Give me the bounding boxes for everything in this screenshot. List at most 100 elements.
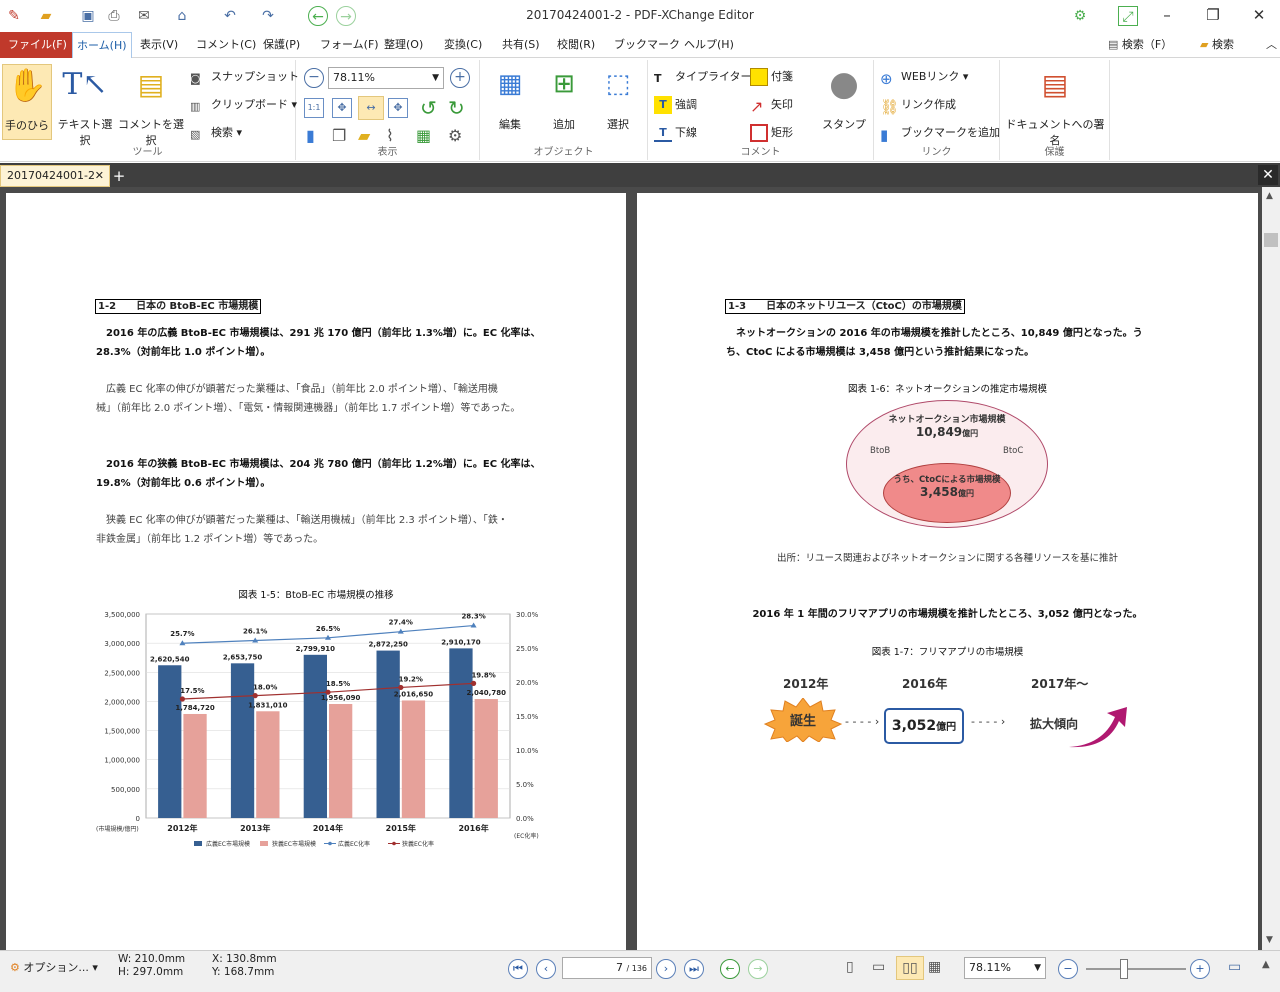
minimize-button[interactable]: – <box>1152 4 1182 26</box>
weblink-label: WEBリンク <box>901 70 960 83</box>
maximize-button[interactable]: ❐ <box>1198 4 1228 26</box>
prev-page-icon[interactable]: ‹ <box>536 959 556 979</box>
menu-organize[interactable]: 整理(O) <box>380 36 427 54</box>
menu-convert[interactable]: 変換(C) <box>440 36 486 54</box>
scroll-down-icon[interactable]: ▼ <box>1266 935 1273 945</box>
continuous-icon[interactable]: ▭ <box>872 959 885 975</box>
menu-review[interactable]: 校閲(R) <box>553 36 599 54</box>
zoom-in-icon[interactable]: + <box>450 68 470 88</box>
close-document-icon[interactable]: ✕ <box>1258 165 1278 185</box>
search-button[interactable]: ▰ 検索 <box>1196 36 1238 54</box>
menu-file[interactable]: ファイル(F) <box>0 32 75 58</box>
scroll-thumb[interactable] <box>1264 233 1278 247</box>
facing-continuous-icon[interactable]: ▦ <box>928 959 941 975</box>
add-bookmark-button[interactable]: ▮ ブックマークを追加 <box>880 122 1000 144</box>
status-zoom-value: 78.11% <box>969 961 1011 974</box>
single-page-icon[interactable]: ▯ <box>846 959 854 975</box>
scroll-up-icon[interactable]: ▲ <box>1266 191 1273 201</box>
text-select-button[interactable]: T↖ テキスト選択 <box>54 64 116 148</box>
sign-document-button[interactable]: ▤ ドキュメントへの署名 <box>1004 64 1106 148</box>
facing-pages-icon[interactable]: ▯▯ <box>896 956 924 980</box>
document-tab[interactable]: 20170424001-2 ✕ <box>0 165 110 187</box>
menu-bar: ファイル(F) ホーム(H) 表示(V) コメント(C) 保護(P) フォーム(… <box>0 32 1280 59</box>
new-tab-icon[interactable]: + <box>110 167 128 185</box>
status-zoom-in-icon[interactable]: + <box>1190 959 1210 979</box>
status-expand-icon[interactable]: ▲ <box>1262 959 1270 970</box>
menu-form[interactable]: フォーム(F) <box>316 36 383 54</box>
page-number-input[interactable]: 7 / 136 <box>562 957 652 979</box>
nav-back-icon[interactable]: ← <box>720 959 740 979</box>
weblink-button[interactable]: ⊕ WEBリンク ▾ <box>880 66 968 88</box>
outer-market-value: 10,849 <box>915 425 963 439</box>
menu-home[interactable]: ホーム(H) <box>72 32 132 59</box>
fullscreen-icon[interactable]: ⤢ <box>1118 6 1138 26</box>
add-button[interactable]: ⊞ 追加 <box>538 64 590 144</box>
add-object-icon: ⊞ <box>553 69 575 99</box>
bar-broad-value-label: 2,620,540 <box>150 655 190 663</box>
options-gear-icon: ⚙ <box>10 961 20 974</box>
btoc-label: BtoC <box>1003 446 1024 456</box>
rotate-left-icon[interactable]: ↺ <box>420 96 437 120</box>
stamp-button[interactable]: ● スタンプ <box>818 64 870 144</box>
edit-button[interactable]: ▦ 編集 <box>484 64 536 144</box>
fit-width-icon[interactable]: ↔ <box>358 96 384 120</box>
document-tab-label: 20170424001-2 <box>7 169 95 182</box>
x-tick-label: 2016年 <box>458 823 488 833</box>
x-tick-label: 2015年 <box>386 823 416 833</box>
ribbon-search-button[interactable]: ▧ 検索 ▾ <box>190 122 242 144</box>
zoom-slider-thumb[interactable] <box>1120 959 1128 979</box>
y-tick-label: 500,000 <box>111 786 140 794</box>
actual-size-icon[interactable]: 1:1 <box>304 98 324 118</box>
x-tick-label: 2014年 <box>313 823 343 833</box>
y2-tick-label: 15.0% <box>516 713 539 721</box>
status-zoom-combobox[interactable]: 78.11% ▼ <box>964 957 1046 979</box>
select-button[interactable]: ⬚ 選択 <box>592 64 644 144</box>
menu-protect[interactable]: 保護(P) <box>259 36 304 54</box>
create-link-button[interactable]: ⛓ リンク作成 <box>880 94 956 116</box>
bar-broad-ec <box>303 654 327 818</box>
zoom-out-icon[interactable]: − <box>304 68 324 88</box>
menu-share[interactable]: 共有(S) <box>498 36 544 54</box>
underline-button[interactable]: T 下線 <box>654 122 697 144</box>
close-button[interactable]: ✕ <box>1244 4 1274 26</box>
last-page-icon[interactable]: ⏭ <box>684 959 704 979</box>
comment-select-button[interactable]: ▤ コメントを選択 <box>118 64 184 148</box>
search-find-button[interactable]: ▤ 検索（F） <box>1104 36 1176 54</box>
y2-tick-label: 5.0% <box>516 781 534 789</box>
clipboard-button[interactable]: ▥ クリップボード ▾ <box>190 94 297 116</box>
arrow-2-icon: - - - - › <box>971 715 1006 728</box>
search-doc-icon: ▧ <box>190 128 201 141</box>
vertical-scrollbar[interactable]: ▲ ▼ <box>1262 187 1280 950</box>
tab-close-icon[interactable]: ✕ <box>95 166 104 186</box>
collapse-ribbon-icon[interactable]: ︿ <box>1262 36 1280 54</box>
comment-select-icon: ▤ <box>137 67 165 101</box>
nav-forward-icon[interactable]: → <box>748 959 768 979</box>
settings-icon[interactable]: ⚙ <box>1070 6 1090 26</box>
menu-help[interactable]: ヘルプ(H) <box>680 36 738 54</box>
broad-rate-label: 25.7% <box>170 630 194 638</box>
arrow-button[interactable]: ↗ 矢印 <box>750 94 793 116</box>
first-page-icon[interactable]: ⏮ <box>508 959 528 979</box>
next-page-icon[interactable]: › <box>656 959 676 979</box>
typewriter-button[interactable]: T タイプライター <box>654 66 752 88</box>
edit-label: 編集 <box>499 118 521 131</box>
status-zoom-out-icon[interactable]: − <box>1058 959 1078 979</box>
menu-bookmark[interactable]: ブックマーク <box>610 36 684 54</box>
zoom-slider[interactable] <box>1086 968 1186 970</box>
rectangle-button[interactable]: 矩形 <box>750 122 793 144</box>
fullscreen-status-icon[interactable]: ▭ <box>1228 959 1241 975</box>
fit-visible-icon[interactable]: ✥ <box>388 98 408 118</box>
rotate-right-icon[interactable]: ↻ <box>448 96 465 120</box>
options-button[interactable]: ⚙ オプション... ▾ <box>10 959 98 975</box>
menu-comment[interactable]: コメント(C) <box>192 36 260 54</box>
x-tick-label: 2012年 <box>167 823 197 833</box>
snapshot-button[interactable]: ◙ スナップショット <box>190 66 299 88</box>
zoom-combobox[interactable]: 78.11% ▼ <box>328 67 444 89</box>
year-2017-label: 2017年〜 <box>1031 677 1089 691</box>
menu-view[interactable]: 表示(V) <box>136 36 182 54</box>
object-group: ▦ 編集 ⊞ 追加 ⬚ 選択 オブジェクト <box>480 60 648 160</box>
highlight-button[interactable]: T 強調 <box>654 94 697 116</box>
hand-tool-button[interactable]: ✋ 手のひら <box>2 64 52 140</box>
fit-page-icon[interactable]: ✥ <box>332 98 352 118</box>
sticky-note-button[interactable]: 付箋 <box>750 66 793 88</box>
